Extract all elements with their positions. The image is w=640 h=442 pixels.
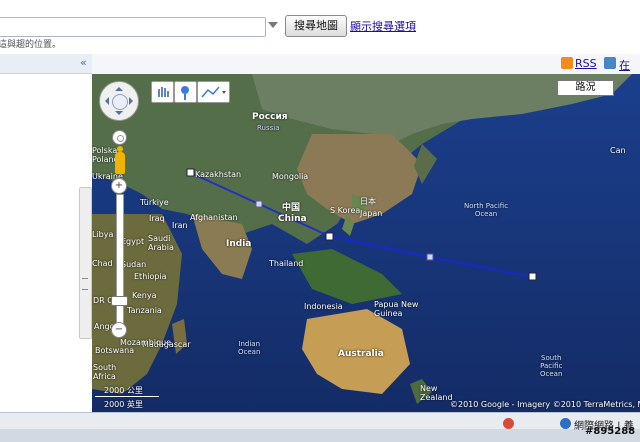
hand-tool-button[interactable]	[151, 81, 174, 103]
map-scale: 2000 公里 2000 英里	[95, 385, 165, 409]
map-toolbar: RSS 在	[92, 54, 640, 75]
hand-icon[interactable]	[112, 94, 128, 110]
zoom-track[interactable]	[116, 194, 124, 327]
placemark-tool-button[interactable]	[174, 81, 197, 103]
left-panel: «	[0, 54, 93, 412]
route-vertex-marker	[186, 168, 195, 177]
route-vertex-marker	[528, 272, 537, 281]
placemark-icon	[181, 86, 189, 100]
reset-icon	[117, 135, 124, 142]
pan-right-icon[interactable]	[129, 97, 137, 105]
line-tool-icon	[201, 86, 226, 98]
search-maps-button[interactable]: 搜尋地圖	[285, 15, 347, 37]
pan-left-icon[interactable]	[101, 97, 109, 105]
search-input[interactable]	[0, 17, 266, 37]
collapse-panel-icon[interactable]: «	[80, 56, 87, 69]
hand-tool-icon	[158, 87, 169, 97]
search-bar: 搜尋地圖 顯示搜尋選項 這與趨的位置。	[0, 0, 640, 54]
zoom-thumb[interactable]	[111, 296, 128, 306]
traffic-button[interactable]: 路況	[557, 80, 614, 96]
zoom-out-button[interactable]: −	[111, 322, 127, 338]
route-markers	[186, 168, 537, 281]
pan-control[interactable]	[99, 81, 139, 121]
scale-imperial: 2000 英里	[104, 400, 143, 409]
show-search-options-link[interactable]: 顯示搜尋選項	[350, 18, 416, 34]
map-canvas[interactable]: Россия Russia Kazakhstan Mongolia 中国 Chi…	[92, 74, 640, 412]
rss-icon[interactable]	[561, 57, 573, 69]
rss-link[interactable]: RSS	[575, 57, 597, 70]
scale-bar-icon	[95, 396, 159, 397]
panel-header: «	[0, 54, 92, 74]
pan-down-icon[interactable]	[115, 111, 123, 119]
chevron-down-icon[interactable]	[268, 22, 278, 28]
zoom-slider[interactable]: + −	[110, 176, 128, 360]
scale-metric: 2000 公里	[104, 386, 143, 395]
search-hint: 這與趨的位置。	[0, 40, 62, 50]
route-midpoint-marker	[426, 253, 434, 261]
globe-icon	[560, 418, 571, 429]
link-icon[interactable]	[604, 57, 616, 69]
street-view-pegman[interactable]	[115, 152, 125, 174]
zoom-in-button[interactable]: +	[111, 178, 127, 194]
route-midpoint-marker	[255, 200, 263, 208]
map-copyright: ©2010 Google - Imagery ©2010 TerraMetric…	[450, 400, 640, 409]
taskbar	[0, 429, 640, 442]
pan-up-icon[interactable]	[115, 83, 123, 91]
panel-scrollbar[interactable]	[79, 187, 92, 339]
reset-view-button[interactable]	[112, 130, 127, 145]
scroll-grip-icon[interactable]	[82, 278, 88, 290]
link-link[interactable]: 在	[619, 57, 630, 73]
route-vertex-marker	[325, 232, 334, 241]
status-bar: 網際網路 | 養	[0, 412, 640, 442]
line-tool-button[interactable]	[197, 81, 230, 103]
security-icon	[503, 418, 514, 429]
watermark: #895288	[585, 426, 636, 437]
